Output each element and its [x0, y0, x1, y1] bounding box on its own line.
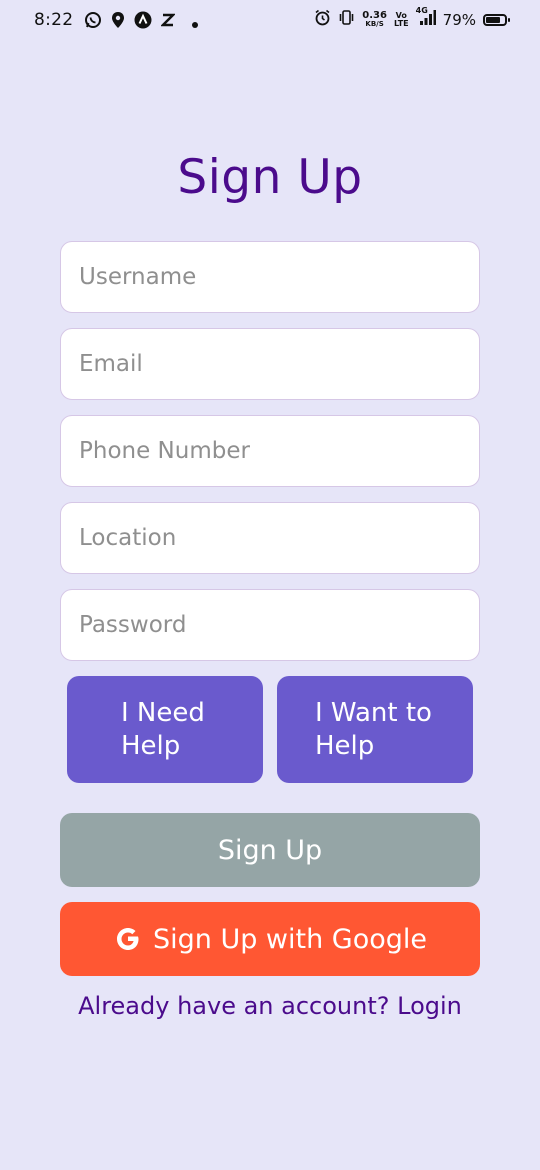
notification-icons — [84, 11, 198, 33]
network-speed-value: 0.36 — [362, 9, 387, 21]
vibrate-icon — [338, 9, 355, 30]
volte-bottom: LTE — [393, 18, 409, 28]
email-input[interactable] — [60, 328, 480, 400]
sign-up-button[interactable]: Sign Up — [60, 813, 480, 887]
network-speed-unit: KB/S — [365, 19, 384, 28]
app-z-icon — [160, 12, 176, 32]
google-sign-up-button[interactable]: Sign Up with Google — [60, 902, 480, 976]
want-to-help-button[interactable]: I Want to Help — [277, 676, 473, 783]
username-input[interactable] — [60, 241, 480, 313]
login-link[interactable]: Already have an account? Login — [0, 992, 540, 1020]
location-pin-icon — [111, 11, 125, 33]
page-title: Sign Up — [177, 150, 363, 205]
status-bar: 8:22 0.36 KB/S Vo LTE 4G 79% — [0, 0, 540, 44]
network-speed: 0.36 KB/S — [362, 9, 387, 29]
need-help-button[interactable]: I Need Help — [67, 676, 263, 783]
notification-dot-icon — [192, 13, 198, 32]
network-type: 4G — [415, 6, 428, 15]
password-input[interactable] — [60, 589, 480, 661]
app-a-icon — [134, 11, 152, 33]
whatsapp-icon — [84, 11, 102, 33]
volte-indicator: Vo LTE — [393, 11, 409, 28]
alarm-icon — [314, 9, 331, 30]
status-time: 8:22 — [34, 10, 74, 30]
location-input[interactable] — [60, 502, 480, 574]
battery-percent: 79% — [442, 10, 476, 29]
system-icons: 0.36 KB/S Vo LTE 4G 79% — [314, 6, 510, 30]
battery-icon — [483, 13, 510, 26]
signal-icon: 4G — [415, 6, 436, 30]
battery-fill — [486, 16, 501, 23]
phone-number-input[interactable] — [60, 415, 480, 487]
google-sign-up-label: Sign Up with Google — [152, 923, 428, 955]
google-icon — [113, 924, 143, 954]
